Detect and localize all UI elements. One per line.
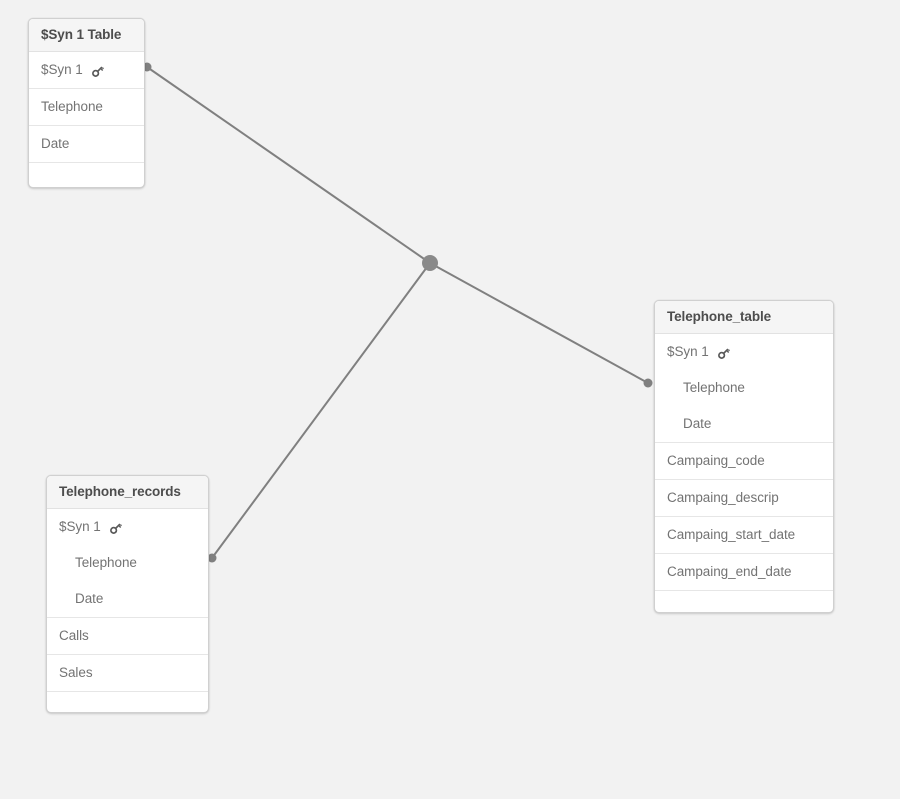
field-row[interactable]: $Syn 1 bbox=[47, 509, 208, 545]
field-row[interactable]: Calls bbox=[47, 618, 208, 654]
field-group: Campaing_code bbox=[655, 443, 833, 480]
field-label: $Syn 1 bbox=[59, 519, 101, 534]
field-group bbox=[655, 591, 833, 612]
field-group: $Syn 1 Telephone Date bbox=[655, 334, 833, 443]
field-label: Calls bbox=[59, 628, 89, 643]
field-label: $Syn 1 bbox=[41, 62, 83, 77]
field-group: Sales bbox=[47, 655, 208, 692]
association-line[interactable] bbox=[146, 66, 431, 264]
table-title: $Syn 1 Table bbox=[29, 19, 144, 52]
field-label: Campaing_end_date bbox=[667, 564, 792, 579]
field-label: Telephone bbox=[683, 380, 745, 395]
table-title: Telephone_table bbox=[655, 301, 833, 334]
association-line[interactable] bbox=[211, 262, 431, 559]
field-row[interactable]: Sales bbox=[47, 655, 208, 691]
key-icon bbox=[91, 64, 105, 78]
field-row[interactable]: Campaing_descrip bbox=[655, 480, 833, 516]
association-line[interactable] bbox=[429, 262, 649, 384]
key-icon bbox=[109, 521, 123, 535]
field-label: Date bbox=[75, 591, 104, 606]
field-row[interactable]: Telephone bbox=[655, 370, 833, 406]
field-group: Campaing_end_date bbox=[655, 554, 833, 591]
key-icon bbox=[717, 346, 731, 360]
field-row[interactable]: Telephone bbox=[29, 89, 144, 125]
field-label: Telephone bbox=[75, 555, 137, 570]
table-footer-row bbox=[655, 591, 833, 612]
field-row[interactable]: Campaing_start_date bbox=[655, 517, 833, 553]
synthetic-key-junction-node[interactable] bbox=[422, 255, 438, 271]
table-title: Telephone_records bbox=[47, 476, 208, 509]
field-group: $Syn 1 Telephone Date bbox=[47, 509, 208, 618]
field-row[interactable]: $Syn 1 bbox=[655, 334, 833, 370]
table-footer-row bbox=[47, 692, 208, 712]
field-row[interactable]: Date bbox=[29, 126, 144, 162]
field-group: Campaing_start_date bbox=[655, 517, 833, 554]
field-label: Sales bbox=[59, 665, 93, 680]
field-row[interactable]: Campaing_end_date bbox=[655, 554, 833, 590]
field-group bbox=[29, 163, 144, 187]
field-label: Campaing_code bbox=[667, 453, 765, 468]
field-label: Date bbox=[41, 136, 70, 151]
table-node-telephone-table[interactable]: Telephone_table $Syn 1 Telephone Date Campai… bbox=[654, 300, 834, 613]
field-row[interactable]: $Syn 1 bbox=[29, 52, 144, 88]
field-row[interactable]: Campaing_code bbox=[655, 443, 833, 479]
field-group: Calls bbox=[47, 618, 208, 655]
field-label: $Syn 1 bbox=[667, 344, 709, 359]
association-endpoint[interactable] bbox=[643, 378, 653, 388]
field-row[interactable]: Date bbox=[655, 406, 833, 442]
table-node-syn1-table[interactable]: $Syn 1 Table $Syn 1 Telephone Date bbox=[28, 18, 145, 188]
field-row[interactable]: Date bbox=[47, 581, 208, 617]
field-group: Telephone bbox=[29, 89, 144, 126]
data-model-canvas[interactable]: $Syn 1 Table $Syn 1 Telephone Date Telephone… bbox=[0, 0, 900, 799]
field-label: Campaing_start_date bbox=[667, 527, 796, 542]
field-label: Telephone bbox=[41, 99, 103, 114]
field-group bbox=[47, 692, 208, 712]
field-group: Campaing_descrip bbox=[655, 480, 833, 517]
table-node-telephone-records[interactable]: Telephone_records $Syn 1 Telephone Date Call… bbox=[46, 475, 209, 713]
field-label: Date bbox=[683, 416, 712, 431]
field-row[interactable]: Telephone bbox=[47, 545, 208, 581]
field-group: Date bbox=[29, 126, 144, 163]
table-footer-row bbox=[29, 163, 144, 187]
field-label: Campaing_descrip bbox=[667, 490, 779, 505]
field-group: $Syn 1 bbox=[29, 52, 144, 89]
